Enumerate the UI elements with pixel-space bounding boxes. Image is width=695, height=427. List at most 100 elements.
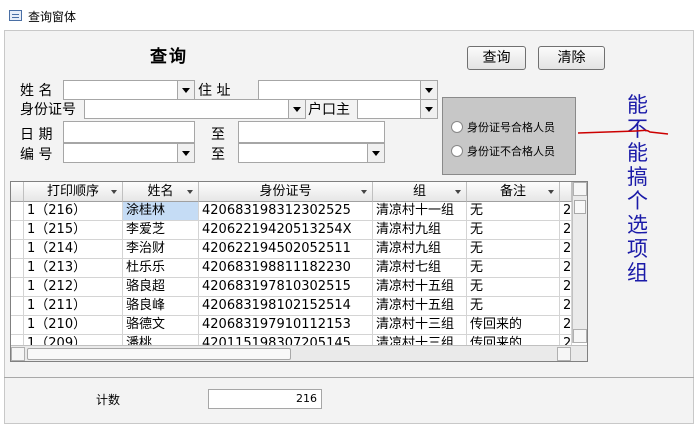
sort-arrow-icon[interactable] xyxy=(548,190,554,194)
name-label: 姓 名 xyxy=(20,83,53,99)
annotation-char: 组 xyxy=(627,261,648,285)
scroll-left-icon[interactable] xyxy=(11,347,25,361)
cell-id-number: 420683198312302525 xyxy=(199,202,373,221)
chevron-down-icon[interactable] xyxy=(420,81,437,99)
scroll-up-icon[interactable] xyxy=(573,182,587,196)
number-label: 编 号 xyxy=(20,147,53,163)
cell-id-number: 420622194502052511 xyxy=(199,240,373,259)
number-from-combobox[interactable] xyxy=(63,143,195,163)
cell-name: 李爱芝 xyxy=(123,221,199,240)
count-field: 216 xyxy=(208,389,322,409)
annotation-char: 能 xyxy=(627,141,648,165)
table-row[interactable]: 1（214） 李治财 420622194502052511 清凉村九组无 2 xyxy=(11,240,587,259)
chevron-down-icon[interactable] xyxy=(367,144,384,162)
table-row[interactable]: 1（215） 李爱芝 42062219420513254X 清凉村九组无 2 xyxy=(11,221,587,240)
cell-print-order: 1（213） xyxy=(24,259,123,278)
number-to-combobox[interactable] xyxy=(238,143,385,163)
cell-id-number: 420683197810302515 xyxy=(199,278,373,297)
annotation-char: 项 xyxy=(627,237,648,261)
row-selector[interactable] xyxy=(11,221,24,240)
table-row[interactable]: 1（212） 骆良超 420683197810302515 清凉村十五组无 2 xyxy=(11,278,587,297)
row-selector[interactable] xyxy=(11,278,24,297)
annotation-char: 个 xyxy=(627,189,648,213)
clear-button[interactable]: 清除 xyxy=(538,46,605,70)
horizontal-scroll-thumb[interactable] xyxy=(27,348,291,360)
cell-extra: 2 xyxy=(560,297,572,316)
sort-arrow-icon[interactable] xyxy=(111,190,117,194)
annotation-char: 选 xyxy=(627,213,648,237)
sort-arrow-icon[interactable] xyxy=(455,190,461,194)
column-header-remarks[interactable]: 备注 xyxy=(467,182,560,202)
id-number-label: 身份证号 xyxy=(20,102,76,118)
cell-id-number: 420683198811182230 xyxy=(199,259,373,278)
page-title: 查询 xyxy=(150,47,188,67)
radio-icon[interactable] xyxy=(451,145,463,157)
table-row[interactable]: 1（216） 涂桂林 420683198312302525 清凉村十一组无 2 xyxy=(11,202,587,221)
chevron-down-icon[interactable] xyxy=(420,100,437,118)
data-grid[interactable]: 打印顺序 姓名 身份证号 组 备注 1（216） 涂桂林 4206831983123… xyxy=(10,181,588,362)
address-combobox[interactable] xyxy=(258,80,438,100)
option-id-valid[interactable]: 身份证号合格人员 xyxy=(451,119,555,135)
annotation-arrow-line xyxy=(577,129,669,135)
cell-print-order: 1（216） xyxy=(24,202,123,221)
row-selector[interactable] xyxy=(11,259,24,278)
cell-print-order: 1（215） xyxy=(24,221,123,240)
row-selector[interactable] xyxy=(11,316,24,335)
cell-print-order: 1（214） xyxy=(24,240,123,259)
household-head-combobox[interactable] xyxy=(357,99,438,119)
column-header-label: 姓名 xyxy=(147,184,174,199)
query-button[interactable]: 查询 xyxy=(467,46,526,70)
date-to-label: 至 xyxy=(211,127,225,143)
cell-remarks: 传回来的 xyxy=(467,316,560,335)
cell-group: 清凉村九组 xyxy=(373,221,467,240)
sort-arrow-icon[interactable] xyxy=(361,190,367,194)
scroll-down-icon[interactable] xyxy=(573,329,587,343)
name-combobox[interactable] xyxy=(63,80,195,100)
date-from-field[interactable] xyxy=(63,121,195,143)
row-selector[interactable] xyxy=(11,202,24,221)
vertical-scroll-thumb[interactable] xyxy=(574,200,586,214)
sort-arrow-icon[interactable] xyxy=(187,190,193,194)
annotation-char: 搞 xyxy=(627,165,648,189)
column-header-print-order[interactable]: 打印顺序 xyxy=(24,182,123,202)
chevron-down-icon[interactable] xyxy=(177,81,194,99)
count-label: 计数 xyxy=(96,393,121,407)
row-selector[interactable] xyxy=(11,240,24,259)
annotation-char: 能 xyxy=(627,93,648,117)
cell-name: 杜乐乐 xyxy=(123,259,199,278)
id-number-combobox[interactable] xyxy=(84,99,306,119)
window-title: 查询窗体 xyxy=(28,10,77,24)
table-row[interactable]: 1（210） 骆德文 420683197910112153 清凉村十三组 传回来的 2 xyxy=(11,316,587,335)
cell-remarks: 无 xyxy=(467,278,560,297)
household-head-label: 户口主 xyxy=(308,102,350,118)
option-label: 身份证号合格人员 xyxy=(467,121,555,134)
cell-group: 清凉村十五组 xyxy=(373,297,467,316)
date-to-field[interactable] xyxy=(238,121,385,143)
grid-corner xyxy=(11,182,24,202)
table-row[interactable]: 1（211） 骆良峰 420683198102152514 清凉村十五组无 2 xyxy=(11,297,587,316)
vertical-scrollbar[interactable] xyxy=(572,182,587,343)
cell-extra: 2 xyxy=(560,316,572,335)
number-to-label: 至 xyxy=(211,147,225,163)
chevron-down-icon[interactable] xyxy=(177,144,194,162)
horizontal-scrollbar[interactable] xyxy=(11,345,587,361)
cell-print-order: 1（212） xyxy=(24,278,123,297)
cell-remarks: 无 xyxy=(467,221,560,240)
column-header-id-number[interactable]: 身份证号 xyxy=(199,182,373,202)
option-label: 身份证不合格人员 xyxy=(467,145,555,158)
option-id-invalid[interactable]: 身份证不合格人员 xyxy=(451,143,555,159)
cell-name: 骆德文 xyxy=(123,316,199,335)
row-selector[interactable] xyxy=(11,297,24,316)
scroll-right-icon[interactable] xyxy=(557,347,571,361)
radio-icon[interactable] xyxy=(451,121,463,133)
column-header-group[interactable]: 组 xyxy=(373,182,467,202)
cell-name: 骆良峰 xyxy=(123,297,199,316)
form-window-icon xyxy=(9,10,22,21)
column-header-label: 身份证号 xyxy=(259,184,312,199)
column-header-name[interactable]: 姓名 xyxy=(123,182,199,202)
table-row[interactable]: 1（213） 杜乐乐 420683198811182230 清凉村七组无 2 xyxy=(11,259,587,278)
cell-id-number: 420683197910112153 xyxy=(199,316,373,335)
cell-name: 骆良超 xyxy=(123,278,199,297)
column-header-extra[interactable] xyxy=(560,182,572,202)
chevron-down-icon[interactable] xyxy=(288,100,305,118)
